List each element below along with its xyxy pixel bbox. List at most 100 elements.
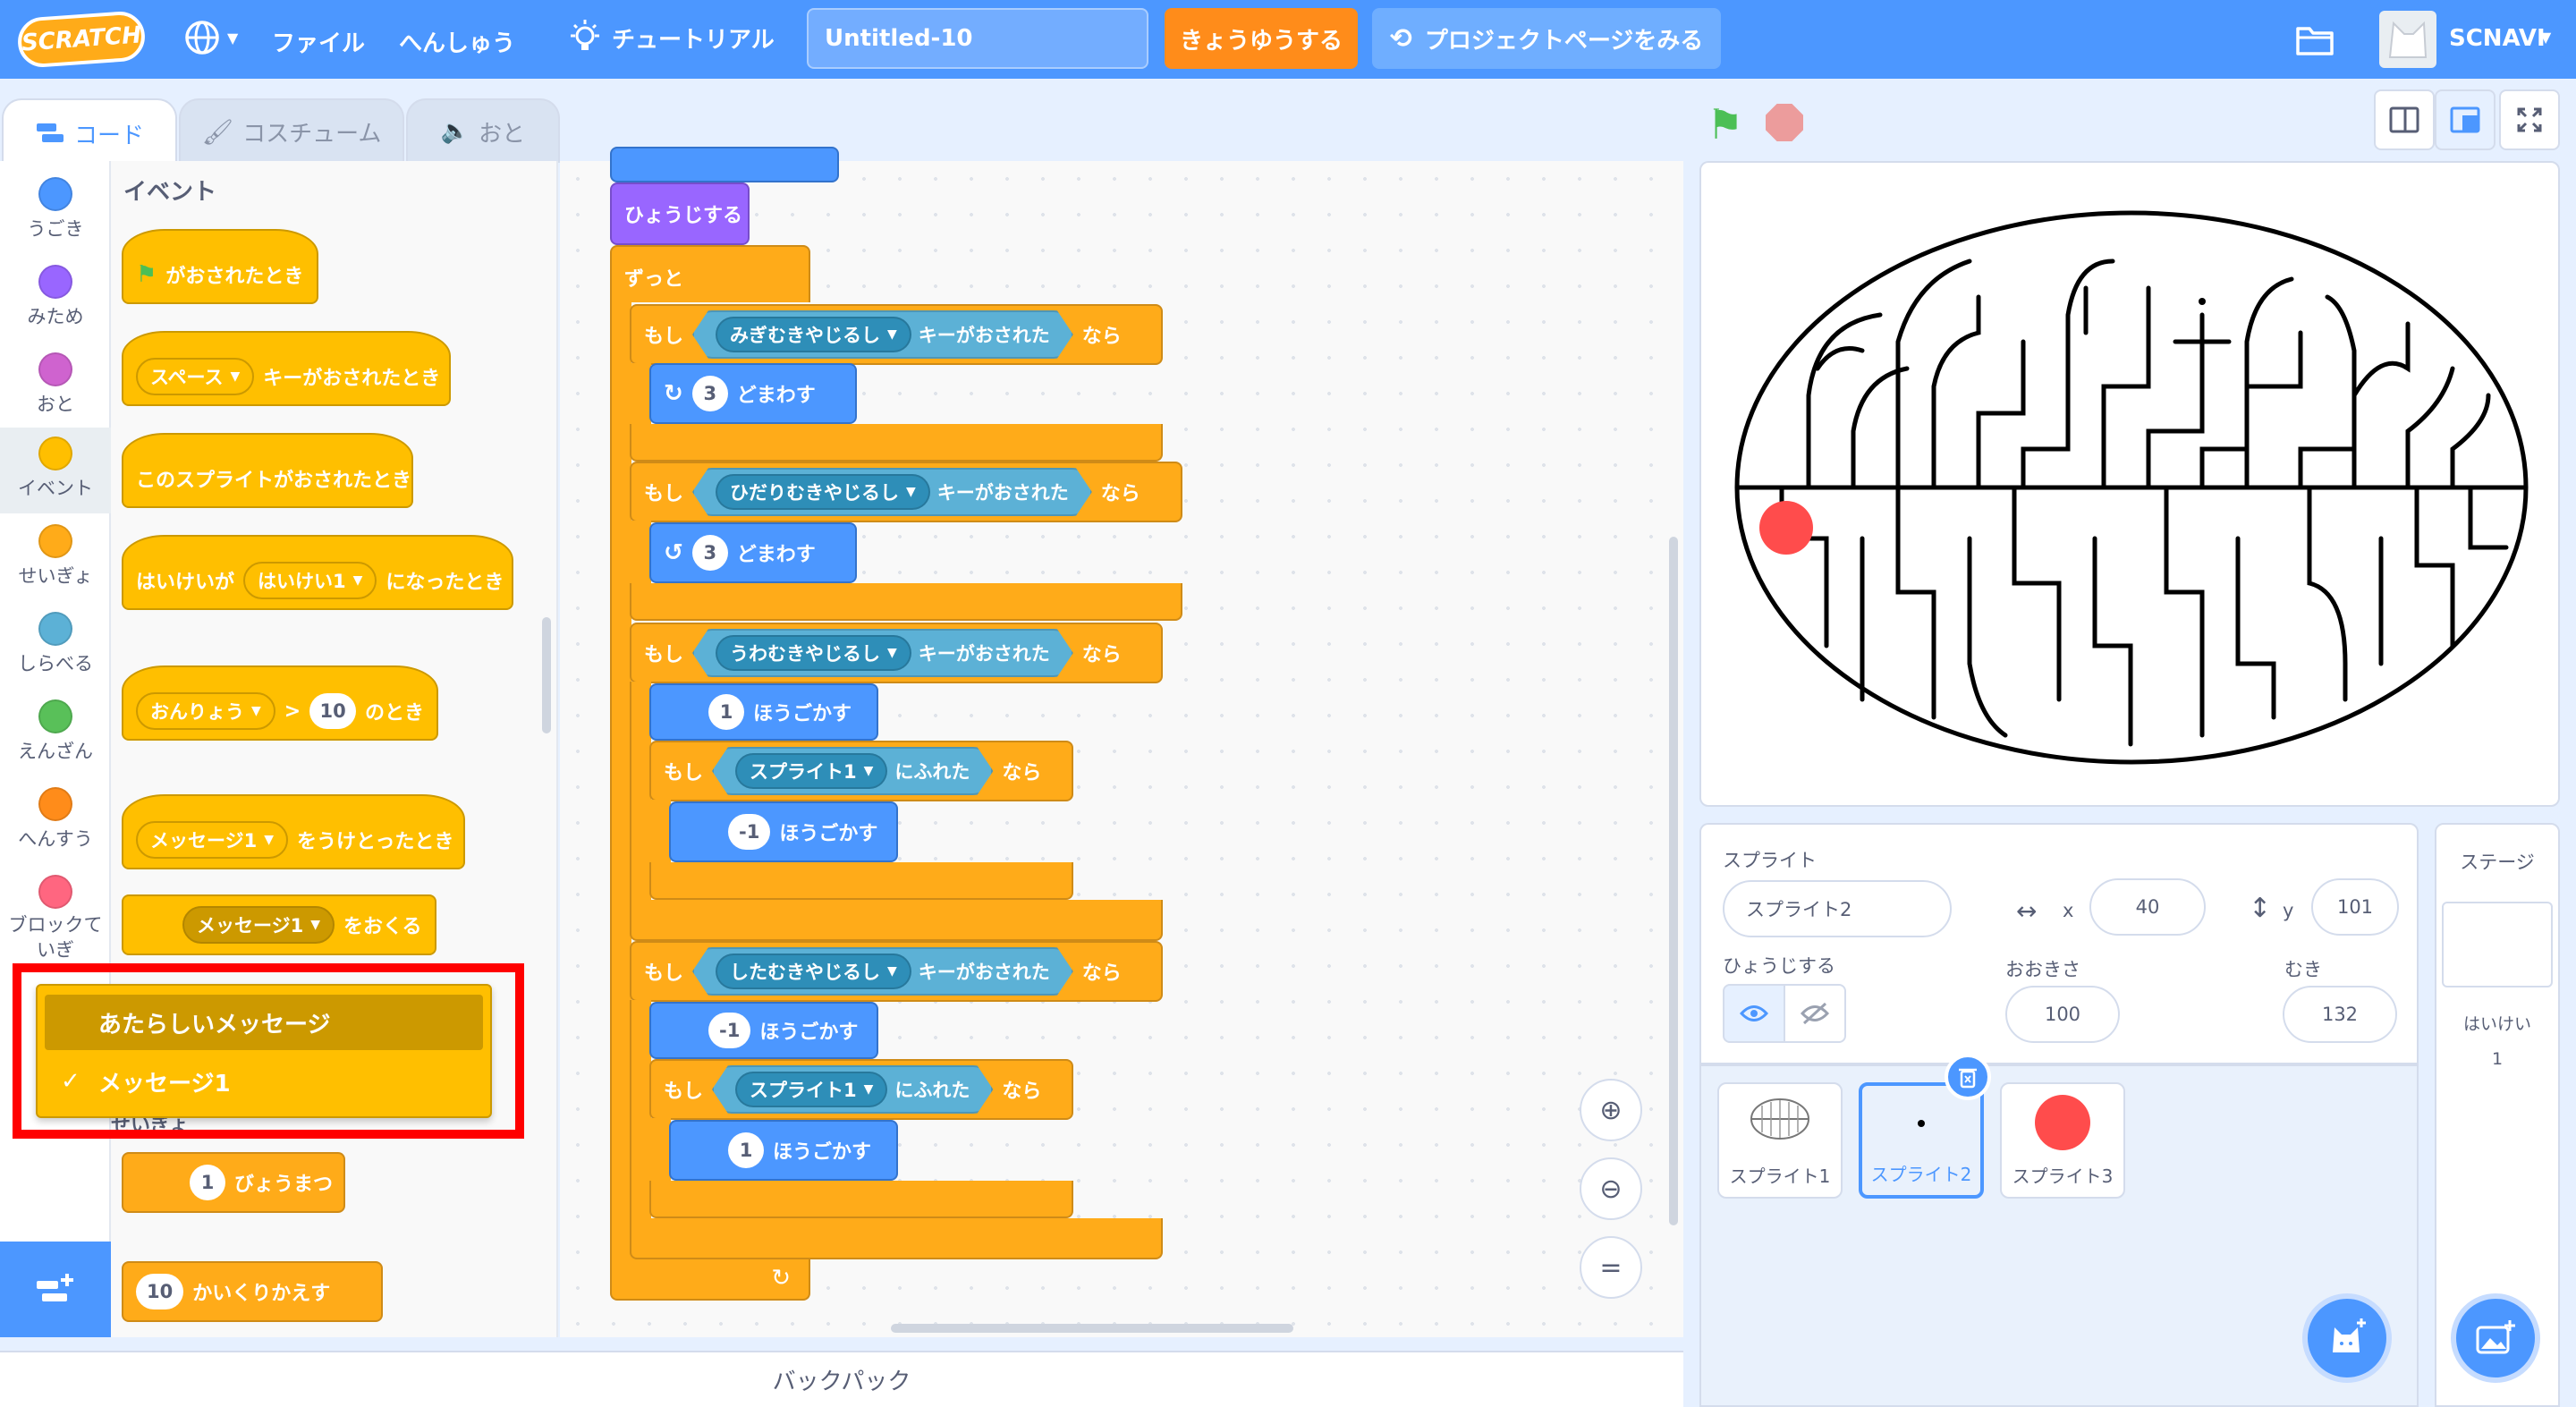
- turn-value-input[interactable]: 3: [691, 535, 728, 571]
- move-value-input[interactable]: -1: [708, 1013, 751, 1048]
- tab-costume[interactable]: 🖌 コスチューム: [179, 98, 404, 163]
- block-turn-left[interactable]: ↺ 3 どまわす: [649, 522, 857, 583]
- sprite-thumb[interactable]: スプライト3: [2000, 1082, 2125, 1199]
- sprite-thumb[interactable]: スプライト1: [1717, 1082, 1843, 1199]
- y-input[interactable]: 101: [2311, 878, 2399, 936]
- turn-value-input[interactable]: 3: [691, 376, 728, 411]
- key-pressed-condition[interactable]: みぎむきやじるし ▼ キーがおされた: [692, 310, 1073, 359]
- message-dropdown[interactable]: メッセージ1 ▼: [136, 821, 288, 859]
- x-input[interactable]: 40: [2089, 878, 2206, 936]
- category-operators[interactable]: えんざん: [0, 691, 111, 776]
- block-if-up-key[interactable]: もし うわむきやじるし ▼ キーがおされた なら: [630, 623, 1163, 683]
- horizontal-scrollbar[interactable]: [891, 1324, 1293, 1333]
- move-value-input[interactable]: -1: [728, 814, 771, 850]
- key-dropdown[interactable]: スペース ▼: [136, 358, 255, 395]
- key-dropdown[interactable]: ひだりむきやじるし ▼: [716, 474, 930, 510]
- key-pressed-condition[interactable]: うわむきやじるし ▼ キーがおされた: [692, 629, 1073, 677]
- project-title-input[interactable]: Untitled-10: [807, 8, 1148, 69]
- large-stage-button[interactable]: [2435, 89, 2496, 150]
- block-show[interactable]: ひょうじする: [610, 182, 750, 245]
- share-button[interactable]: きょうゆうする: [1165, 8, 1358, 69]
- wait-value-input[interactable]: 1: [190, 1165, 225, 1200]
- key-dropdown[interactable]: したむきやじるし ▼: [716, 954, 911, 989]
- block-change-y-back[interactable]: -1 ほうごかす: [669, 801, 898, 862]
- tab-code[interactable]: コード: [2, 98, 177, 166]
- block-change-y[interactable]: 1 ほうごかす: [649, 683, 878, 741]
- key-pressed-condition[interactable]: したむきやじるし ▼ キーがおされた: [692, 947, 1073, 996]
- repeat-value-input[interactable]: 10: [136, 1274, 184, 1310]
- block-repeat[interactable]: 10 かいくりかえす: [122, 1261, 383, 1322]
- stop-button[interactable]: [1766, 104, 1803, 141]
- zoom-in-button[interactable]: ⊕: [1580, 1079, 1642, 1141]
- account-chevron-icon[interactable]: ▼: [2540, 29, 2551, 46]
- tab-sound[interactable]: 🔈 おと: [406, 98, 560, 163]
- file-menu[interactable]: ファイル: [272, 25, 365, 58]
- category-variables[interactable]: へんすう: [0, 778, 111, 864]
- zoom-out-button[interactable]: ⊖: [1580, 1157, 1642, 1220]
- touching-condition[interactable]: スプライト1 ▼ にふれた: [712, 1065, 993, 1114]
- username[interactable]: SCNAVI: [2449, 25, 2546, 52]
- category-motion[interactable]: うごき: [0, 168, 111, 254]
- block-if-down-key[interactable]: もし したむきやじるし ▼ キーがおされた なら: [630, 941, 1163, 1002]
- direction-input[interactable]: 132: [2283, 986, 2397, 1043]
- key-dropdown[interactable]: うわむきやじるし ▼: [716, 635, 911, 671]
- edit-menu[interactable]: へんしゅう: [399, 25, 515, 58]
- touching-dropdown[interactable]: スプライト1 ▼: [735, 753, 887, 789]
- backdrop-dropdown[interactable]: はいけい1 ▼: [243, 562, 377, 599]
- block-broadcast[interactable]: メッセージ1 ▼ をおくる: [122, 894, 436, 955]
- language-menu[interactable]: ▼: [182, 18, 238, 57]
- category-looks[interactable]: みため: [0, 256, 111, 342]
- show-visible-button[interactable]: [1723, 984, 1785, 1043]
- block-when-sprite-clicked[interactable]: このスプライトがおされたとき: [122, 433, 413, 508]
- fullscreen-button[interactable]: [2499, 89, 2560, 150]
- touching-condition[interactable]: スプライト1 ▼ にふれた: [712, 747, 993, 795]
- block-when-flag-clicked[interactable]: ⚑ がおされたとき: [122, 229, 318, 304]
- block-when-backdrop-switches[interactable]: はいけいが はいけい1 ▼ になったとき: [122, 535, 513, 610]
- block-partial-motion[interactable]: [610, 147, 839, 182]
- category-sensing[interactable]: しらべる: [0, 603, 111, 689]
- block-if-touching[interactable]: もし スプライト1 ▼ にふれた なら: [649, 741, 1073, 801]
- move-value-input[interactable]: 1: [728, 1132, 764, 1168]
- small-stage-button[interactable]: [2374, 89, 2435, 150]
- choose-backdrop-button[interactable]: [2451, 1293, 2540, 1383]
- tutorial-menu[interactable]: チュートリアル: [567, 18, 775, 57]
- see-project-page-button[interactable]: ⟲ プロジェクトページをみる: [1372, 8, 1721, 69]
- backpack[interactable]: バックパック: [0, 1351, 1683, 1407]
- block-if-right-key[interactable]: もし みぎむきやじるし ▼ キーがおされた なら: [630, 304, 1163, 365]
- block-change-y-down[interactable]: -1 ほうごかす: [649, 1002, 878, 1059]
- category-control[interactable]: せいぎょ: [0, 515, 111, 601]
- move-value-input[interactable]: 1: [708, 694, 744, 730]
- category-sound[interactable]: おと: [0, 343, 111, 429]
- stage[interactable]: [1699, 161, 2560, 807]
- block-forever[interactable]: ずっと: [610, 245, 810, 302]
- block-when-key-pressed[interactable]: スペース ▼ キーがおされたとき: [122, 331, 451, 406]
- block-if-touching[interactable]: もし スプライト1 ▼ にふれた なら: [649, 1059, 1073, 1120]
- touching-dropdown[interactable]: スプライト1 ▼: [735, 1072, 887, 1107]
- add-extension-button[interactable]: [0, 1242, 111, 1337]
- show-hidden-button[interactable]: [1784, 984, 1846, 1043]
- broadcast-dropdown[interactable]: メッセージ1 ▼: [182, 906, 335, 944]
- my-stuff-button[interactable]: [2295, 21, 2334, 61]
- block-when-i-receive[interactable]: メッセージ1 ▼ をうけとったとき: [122, 794, 465, 869]
- key-pressed-condition[interactable]: ひだりむきやじるし ▼ キーがおされた: [692, 468, 1092, 516]
- vertical-scrollbar[interactable]: [1669, 537, 1678, 1225]
- sprite-name-input[interactable]: スプライト2: [1723, 880, 1952, 937]
- choose-sprite-button[interactable]: [2302, 1293, 2392, 1383]
- palette-scrollbar[interactable]: [542, 617, 551, 733]
- green-flag-button[interactable]: ⚑: [1707, 100, 1743, 148]
- loudness-value-input[interactable]: 10: [309, 693, 356, 729]
- delete-sprite-button[interactable]: [1945, 1054, 1991, 1100]
- block-wait[interactable]: 1 びょうまつ: [122, 1152, 345, 1213]
- category-events[interactable]: イベント: [0, 428, 111, 513]
- block-turn-right[interactable]: ↻ 3 どまわす: [649, 363, 857, 424]
- loudness-dropdown[interactable]: おんりょう ▼: [136, 692, 275, 730]
- zoom-reset-button[interactable]: =: [1580, 1236, 1642, 1299]
- scratch-logo[interactable]: SCRATCH: [16, 10, 147, 69]
- category-my-blocks[interactable]: ブロックていぎ: [0, 866, 111, 964]
- block-if-left-key[interactable]: もし ひだりむきやじるし ▼ キーがおされた なら: [630, 462, 1182, 522]
- size-input[interactable]: 100: [2005, 986, 2120, 1043]
- key-dropdown[interactable]: みぎむきやじるし ▼: [716, 317, 911, 352]
- block-change-y-up-back[interactable]: 1 ほうごかす: [669, 1120, 898, 1181]
- backdrop-thumbnail[interactable]: [2442, 902, 2553, 987]
- block-when-loudness-greater[interactable]: おんりょう ▼ > 10 のとき: [122, 665, 438, 741]
